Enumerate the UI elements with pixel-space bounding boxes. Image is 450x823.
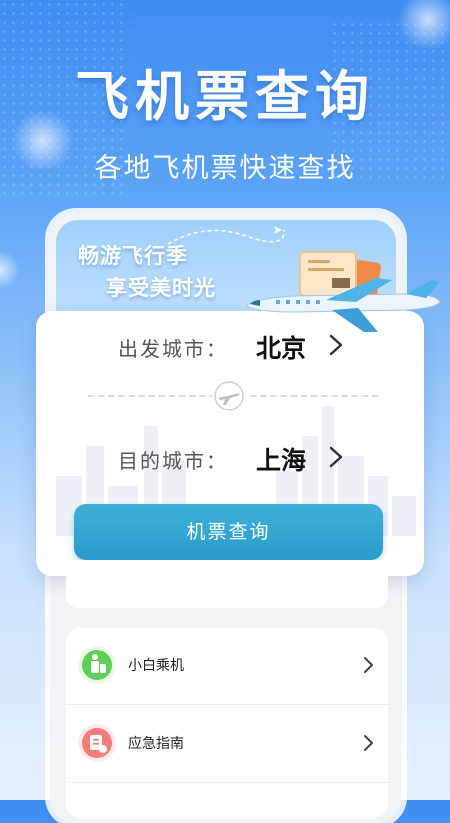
list-item-label: 小白乘机 bbox=[128, 658, 184, 674]
list-item-label: 应急指南 bbox=[128, 736, 184, 752]
list-item-emergency-guide[interactable]: 应急指南 bbox=[66, 706, 388, 783]
chevron-right-icon bbox=[329, 334, 343, 356]
airplane-illustration-icon bbox=[245, 278, 441, 332]
departure-label: 出发城市： bbox=[118, 337, 228, 361]
chevron-right-icon bbox=[329, 446, 343, 468]
card-footer-area bbox=[66, 560, 388, 608]
search-flights-button[interactable]: 机票查询 bbox=[74, 504, 383, 560]
list-divider bbox=[66, 704, 388, 705]
airplane-icon bbox=[212, 381, 246, 411]
banner-line-1: 畅游飞行季 bbox=[78, 244, 188, 268]
list-divider bbox=[66, 782, 388, 783]
banner-line-2: 享受美时光 bbox=[106, 276, 216, 300]
list-item-beginner-boarding[interactable]: 小白乘机 bbox=[66, 628, 388, 705]
passenger-luggage-icon bbox=[78, 646, 116, 684]
destination-city: 上海 bbox=[256, 446, 307, 475]
hero-subtitle: 各地飞机票快速查找 bbox=[94, 153, 356, 184]
flight-query-card: 出发城市： 北京 目的城市： 上海 机票查询 bbox=[36, 311, 424, 576]
hero-title: 飞机票查询 bbox=[75, 65, 375, 128]
emergency-guide-icon bbox=[78, 724, 116, 762]
destination-label: 目的城市： bbox=[118, 449, 228, 473]
chevron-right-icon bbox=[364, 657, 373, 673]
chevron-right-icon bbox=[364, 735, 373, 751]
destination-city-row[interactable]: 目的城市： 上海 bbox=[36, 439, 424, 479]
bokeh-light bbox=[0, 250, 20, 290]
feature-list: 小白乘机 应急指南 bbox=[66, 628, 388, 818]
